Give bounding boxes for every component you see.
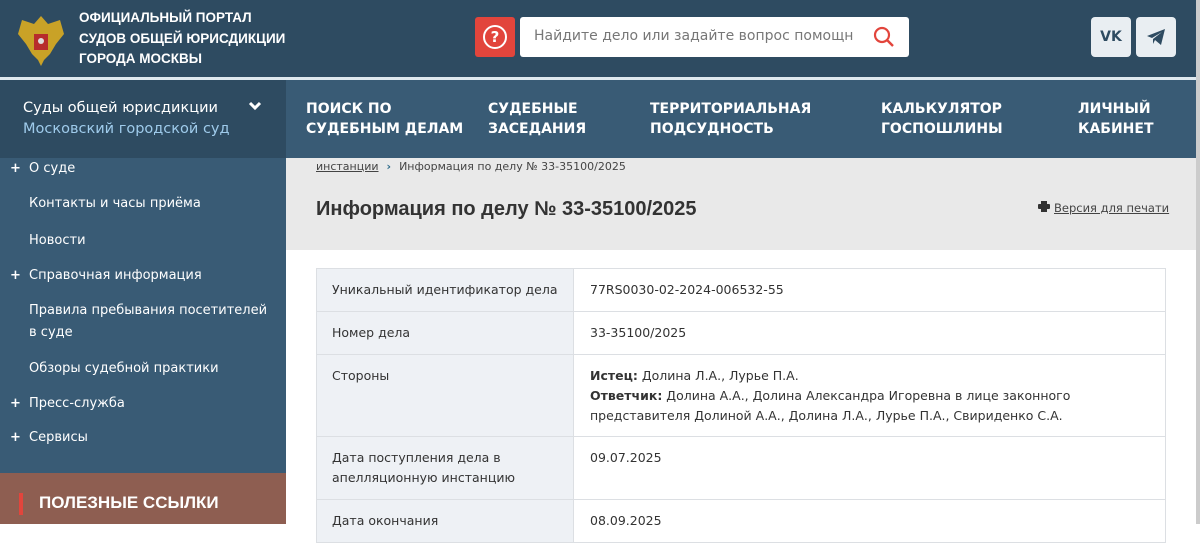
table-row: Стороны Истец: Долина Л.А., Лурье П.А. О… bbox=[316, 354, 1166, 437]
print-version[interactable]: Версия для печати bbox=[1038, 201, 1169, 215]
court-selector-court: Московский городской суд bbox=[23, 121, 230, 137]
search-box bbox=[520, 17, 909, 57]
row-label: Дата окончания bbox=[316, 499, 574, 543]
portal-title-line: ОФИЦИАЛЬНЫЙ ПОРТАЛ bbox=[79, 10, 252, 25]
row-value: 09.07.2025 bbox=[573, 436, 1166, 500]
case-info-table: Уникальный идентификатор дела 77RS0030-02… bbox=[316, 268, 1166, 543]
page-title: Информация по делу № 33-35100/2025 bbox=[316, 198, 697, 220]
sidebar-item-news[interactable]: Новости bbox=[29, 230, 86, 252]
chevron-right-icon: › bbox=[386, 160, 392, 173]
plaintiff-label: Истец: bbox=[590, 368, 638, 383]
plus-icon: + bbox=[10, 430, 21, 445]
table-row: Уникальный идентификатор дела 77RS0030-02… bbox=[316, 268, 1166, 312]
table-row: Дата окончания 08.09.2025 bbox=[316, 499, 1166, 543]
sidebar-item-contacts[interactable]: Контакты и часы приёма bbox=[29, 193, 201, 215]
breadcrumb-link[interactable]: инстанции bbox=[316, 160, 379, 173]
sidebar-item-label: Правила пребывания посетителей bbox=[29, 303, 268, 318]
nav-fee-calculator[interactable]: КАЛЬКУЛЯТОР ГОСПОШЛИНЫ bbox=[881, 99, 1003, 139]
sidebar-item-press[interactable]: Пресс-служба bbox=[29, 393, 125, 415]
nav-label: СУДЕБНЫЕ bbox=[488, 101, 578, 117]
breadcrumb-current: Информация по делу № 33-35100/2025 bbox=[399, 160, 626, 173]
court-selector[interactable]: Суды общей юрисдикции Московский городск… bbox=[0, 80, 286, 158]
nav-case-search[interactable]: ПОИСК ПО СУДЕБНЫМ ДЕЛАМ bbox=[306, 99, 463, 139]
scrollbar[interactable] bbox=[1196, 0, 1200, 524]
court-selector-title: Суды общей юрисдикции bbox=[23, 100, 218, 116]
row-label: Стороны bbox=[316, 354, 574, 437]
useful-links-label: ПОЛЕЗНЫЕ ССЫЛКИ bbox=[39, 493, 219, 512]
nav-label: ЗАСЕДАНИЯ bbox=[488, 121, 587, 137]
sidebar-item-reference[interactable]: Справочная информация bbox=[29, 265, 202, 287]
defendant-label: Ответчик: bbox=[590, 388, 663, 403]
help-button[interactable]: ? bbox=[475, 17, 515, 57]
defendant-names: Долина А.А., Долина Александра Игоревна … bbox=[590, 388, 1071, 423]
sidebar-item-label: в суде bbox=[29, 325, 73, 340]
vk-icon: VK bbox=[1100, 29, 1122, 45]
row-label: Уникальный идентификатор дела bbox=[316, 268, 574, 312]
portal-title-line: СУДОВ ОБЩЕЙ ЮРИСДИКЦИИ bbox=[79, 30, 286, 46]
nav-label: ПОДСУДНОСТЬ bbox=[650, 121, 774, 137]
plus-icon: + bbox=[10, 396, 21, 411]
row-value: 77RS0030-02-2024-006532-55 bbox=[573, 268, 1166, 312]
nav-personal-account[interactable]: ЛИЧНЫЙ КАБИНЕТ bbox=[1078, 99, 1154, 139]
telegram-button[interactable] bbox=[1136, 17, 1176, 57]
telegram-icon bbox=[1147, 29, 1165, 45]
chevron-down-icon[interactable] bbox=[248, 100, 262, 112]
accent-bar bbox=[19, 493, 23, 515]
portal-title[interactable]: ОФИЦИАЛЬНЫЙ ПОРТАЛ СУДОВ ОБЩЕЙ ЮРИСДИКЦИ… bbox=[79, 8, 285, 70]
nav-label: ЛИЧНЫЙ bbox=[1078, 101, 1151, 117]
sidebar-item-about[interactable]: О суде bbox=[29, 158, 75, 180]
question-icon: ? bbox=[483, 25, 507, 49]
defendant: Ответчик: Долина А.А., Долина Александра… bbox=[590, 386, 1149, 426]
row-label: Дата поступления дела в апелляционную ин… bbox=[316, 436, 574, 500]
table-row: Номер дела 33-35100/2025 bbox=[316, 311, 1166, 355]
portal-title-line: ГОРОДА МОСКВЫ bbox=[79, 51, 202, 66]
search-input[interactable] bbox=[534, 28, 854, 44]
nav-label: ГОСПОШЛИНЫ bbox=[881, 121, 1003, 137]
nav-label: КАЛЬКУЛЯТОР bbox=[881, 101, 1002, 117]
search-icon[interactable] bbox=[873, 26, 895, 48]
nav-label: ПОИСК ПО bbox=[306, 101, 392, 117]
vk-button[interactable]: VK bbox=[1091, 17, 1131, 57]
nav-label: КАБИНЕТ bbox=[1078, 121, 1154, 137]
coat-of-arms-logo[interactable] bbox=[14, 10, 68, 68]
row-value: 08.09.2025 bbox=[573, 499, 1166, 543]
parties-value: Истец: Долина Л.А., Лурье П.А. Ответчик:… bbox=[573, 354, 1166, 437]
nav-jurisdiction[interactable]: ТЕРРИТОРИАЛЬНАЯ ПОДСУДНОСТЬ bbox=[650, 99, 811, 139]
nav-label: ТЕРРИТОРИАЛЬНАЯ bbox=[650, 101, 812, 117]
nav-hearings[interactable]: СУДЕБНЫЕ ЗАСЕДАНИЯ bbox=[488, 99, 586, 139]
printer-icon bbox=[1038, 201, 1050, 212]
plus-icon: + bbox=[10, 268, 21, 283]
sidebar-item-visitor-rules[interactable]: Правила пребывания посетителей в суде bbox=[29, 300, 267, 344]
plaintiff-names: Долина Л.А., Лурье П.А. bbox=[637, 368, 799, 383]
breadcrumb: инстанции › Информация по делу № 33-35100/… bbox=[316, 160, 626, 173]
row-label: Номер дела bbox=[316, 311, 574, 355]
print-version-link[interactable]: Версия для печати bbox=[1054, 201, 1169, 215]
plus-icon: + bbox=[10, 161, 21, 176]
table-row: Дата поступления дела в апелляционную ин… bbox=[316, 436, 1166, 500]
nav-label: СУДЕБНЫМ ДЕЛАМ bbox=[306, 121, 464, 137]
useful-links-header[interactable]: ПОЛЕЗНЫЕ ССЫЛКИ bbox=[0, 473, 286, 524]
plaintiff: Истец: Долина Л.А., Лурье П.А. bbox=[590, 366, 1149, 386]
sidebar-item-services[interactable]: Сервисы bbox=[29, 427, 88, 449]
row-value: 33-35100/2025 bbox=[573, 311, 1166, 355]
sidebar-item-practice-reviews[interactable]: Обзоры судебной практики bbox=[29, 358, 219, 380]
